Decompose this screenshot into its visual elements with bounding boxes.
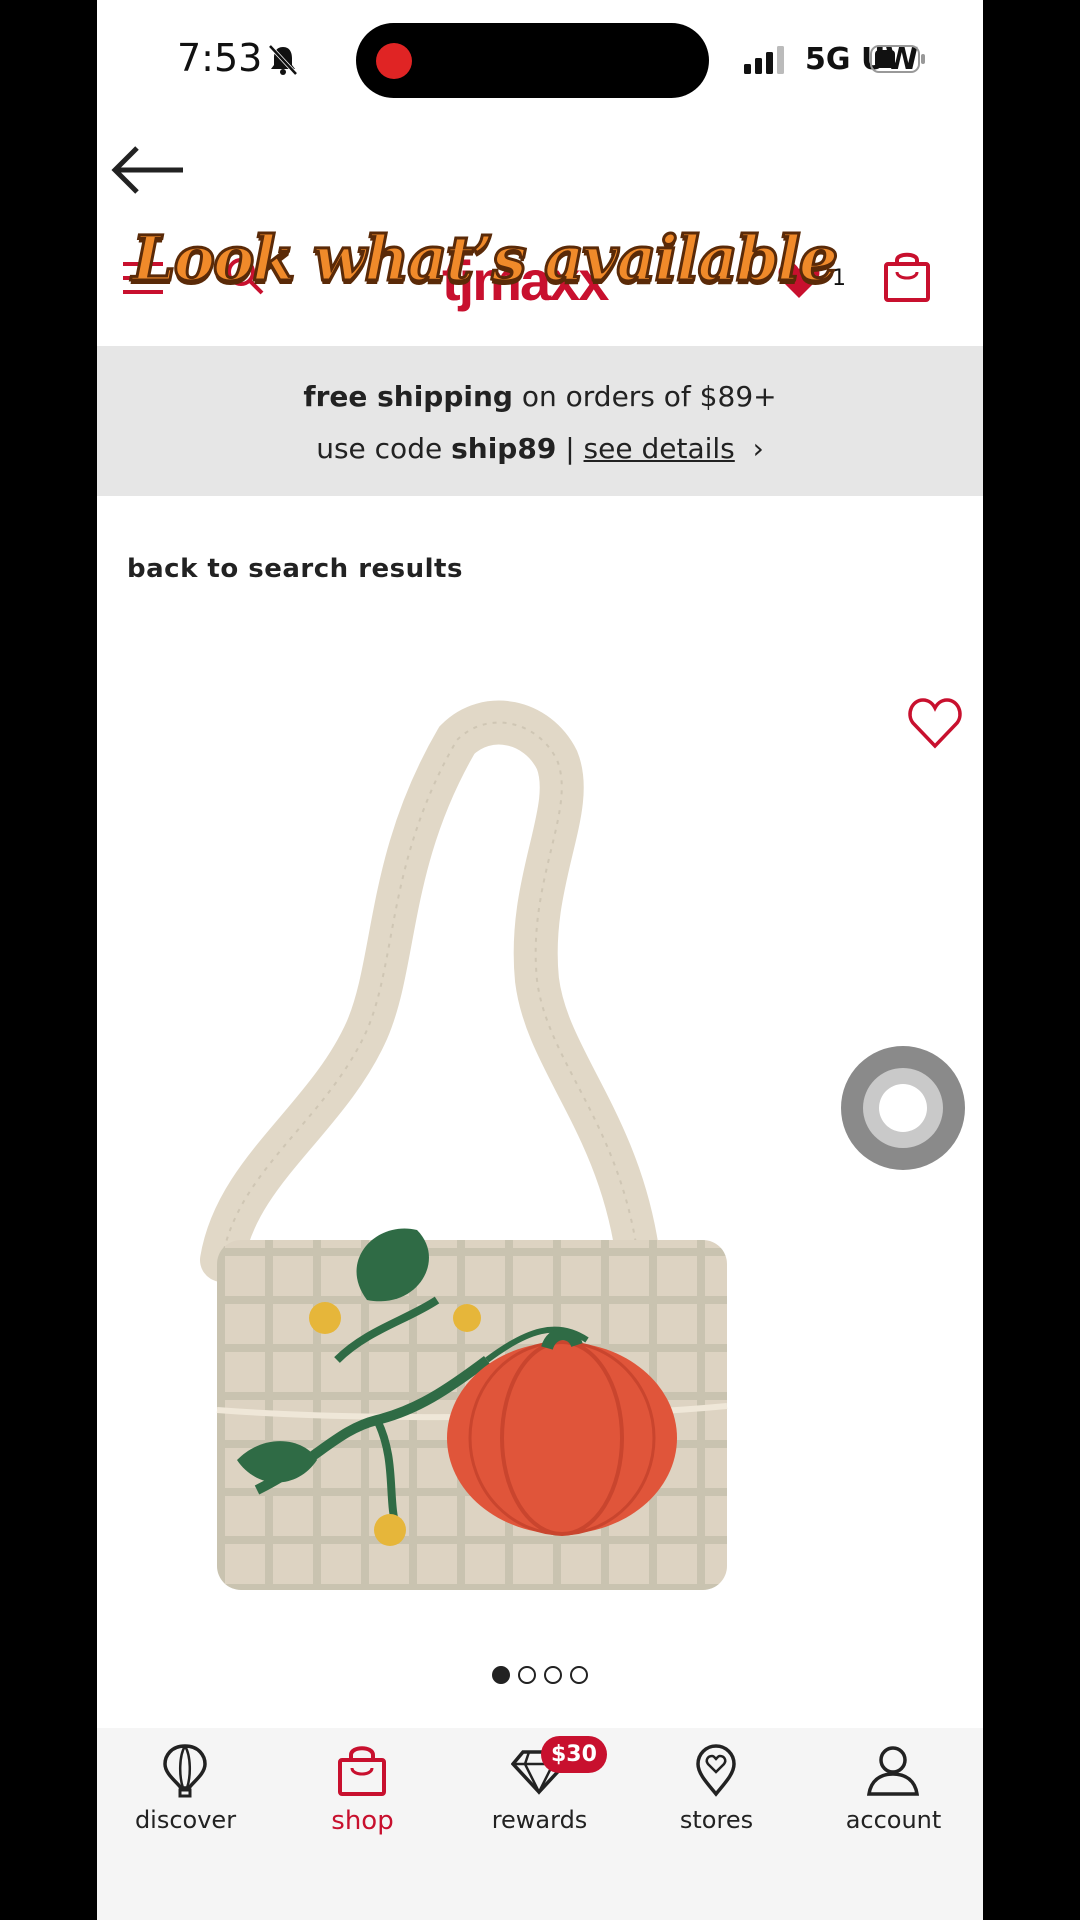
- bottom-navigation: discover shop $30 rewards stores account: [97, 1728, 983, 1920]
- promo-code-prefix: use code: [316, 432, 452, 465]
- product-image[interactable]: [197, 700, 877, 1620]
- nav-label: account: [845, 1806, 942, 1834]
- chevron-right-icon: ›: [752, 432, 764, 465]
- assistive-touch-button[interactable]: [841, 1046, 965, 1170]
- promo-banner: free shipping on orders of $89+ use code…: [97, 346, 983, 496]
- promo-line-1: free shipping on orders of $89+: [97, 380, 983, 413]
- signal-bars-icon: [744, 46, 784, 74]
- promo-separator: |: [556, 432, 584, 465]
- carousel-dot[interactable]: [518, 1666, 536, 1684]
- person-icon: [866, 1746, 920, 1796]
- promo-code: ship89: [451, 432, 557, 465]
- location-pin-icon: [696, 1744, 736, 1797]
- shopping-bag-icon[interactable]: [882, 250, 932, 302]
- back-to-search-link[interactable]: back to search results: [127, 554, 463, 584]
- promo-line-2: use code ship89 | see details ›: [97, 432, 983, 465]
- promo-free-shipping: free shipping: [303, 380, 513, 413]
- favorite-heart-icon[interactable]: [907, 696, 963, 750]
- recording-indicator-icon: [376, 43, 412, 79]
- nav-label: discover: [134, 1806, 237, 1834]
- assistive-touch-core: [879, 1084, 927, 1132]
- carousel-dot[interactable]: [544, 1666, 562, 1684]
- dynamic-island: [356, 23, 709, 98]
- silent-bell-icon: [268, 44, 298, 76]
- battery-icon: [870, 45, 925, 73]
- promo-threshold: on orders of $89+: [512, 380, 777, 413]
- nav-account[interactable]: account: [805, 1728, 982, 1858]
- balloon-icon: [163, 1744, 207, 1798]
- overlay-caption: Look what’s available: [130, 221, 839, 297]
- nav-label: stores: [679, 1806, 754, 1834]
- status-bar: 7:53 5G UW: [97, 0, 983, 120]
- shopping-bag-icon: [338, 1746, 386, 1796]
- nav-discover[interactable]: discover: [97, 1728, 274, 1858]
- nav-shop[interactable]: shop: [274, 1728, 451, 1858]
- carousel-dot[interactable]: [570, 1666, 588, 1684]
- nav-rewards[interactable]: $30 rewards: [451, 1728, 628, 1858]
- nav-stores[interactable]: stores: [628, 1728, 805, 1858]
- rewards-badge: $30: [541, 1736, 607, 1773]
- assistive-touch-ring: [863, 1068, 943, 1148]
- see-details-link[interactable]: see details: [584, 432, 735, 465]
- app-header: tjmaxx 1 Look what’s available: [97, 200, 983, 345]
- nav-label: rewards: [491, 1806, 588, 1834]
- image-carousel-dots: [492, 1666, 602, 1686]
- carousel-dot[interactable]: [492, 1666, 510, 1684]
- status-time: 7:53: [177, 36, 263, 80]
- app-screen: 7:53 5G UW tjmaxx 1 Look what’s availabl…: [97, 0, 983, 1920]
- back-arrow-icon[interactable]: [107, 140, 187, 200]
- nav-label: shop: [331, 1806, 394, 1836]
